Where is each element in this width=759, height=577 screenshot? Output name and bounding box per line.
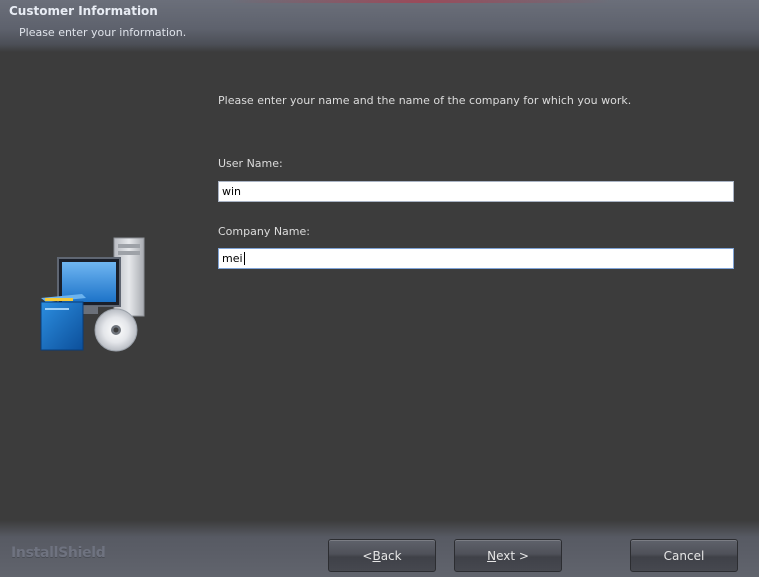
user-name-value: win bbox=[222, 185, 242, 198]
user-name-field[interactable]: win bbox=[218, 181, 734, 202]
company-name-label: Company Name: bbox=[218, 225, 310, 238]
installshield-logo: InstallShield bbox=[11, 545, 106, 561]
header-accent bbox=[230, 0, 610, 3]
dialog-subtitle: Please enter your information. bbox=[19, 26, 187, 39]
back-button-rest: ack bbox=[380, 548, 402, 563]
installer-window: Customer Information Please enter your i… bbox=[0, 0, 759, 577]
next-button-mnemonic: N bbox=[487, 548, 497, 563]
cancel-button[interactable]: Cancel bbox=[630, 539, 738, 572]
back-button-mnemonic: B bbox=[372, 548, 381, 563]
company-name-value: mei bbox=[222, 252, 243, 265]
next-button[interactable]: Next > bbox=[454, 539, 562, 572]
intro-text: Please enter your name and the name of t… bbox=[218, 94, 632, 107]
text-caret bbox=[243, 252, 245, 265]
header-banner: Customer Information Please enter your i… bbox=[0, 0, 759, 52]
back-button[interactable]: < Back bbox=[328, 539, 436, 572]
dialog-title: Customer Information bbox=[9, 4, 158, 18]
back-button-prefix: < bbox=[362, 548, 373, 563]
user-name-label: User Name: bbox=[218, 157, 283, 170]
next-button-rest: ext > bbox=[496, 548, 529, 563]
company-name-field[interactable]: mei bbox=[218, 248, 734, 269]
computer-with-cd-icon bbox=[36, 232, 151, 357]
